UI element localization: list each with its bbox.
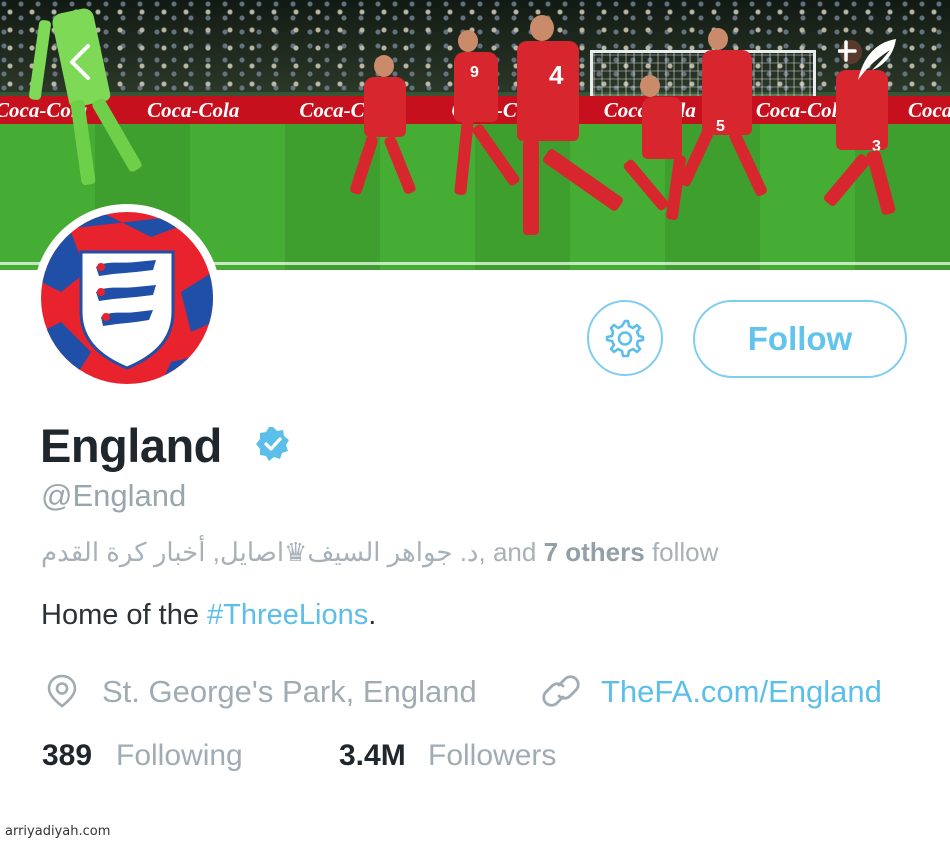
player-figure: 5 — [677, 28, 770, 198]
gear-icon — [605, 319, 645, 358]
compose-icon[interactable] — [838, 36, 900, 86]
bio-text: Home of the — [41, 599, 208, 631]
england-crest-logo — [41, 212, 213, 384]
bio-text-suffix: . — [368, 599, 377, 631]
jersey-number: 9 — [470, 64, 479, 81]
bio-hashtag-link[interactable]: #ThreeLions — [207, 599, 368, 631]
settings-button[interactable] — [587, 300, 663, 376]
following-label[interactable]: Following — [116, 739, 243, 773]
following-count[interactable]: 389 — [42, 739, 92, 773]
chevron-left-icon[interactable] — [62, 42, 102, 82]
jersey-number: 4 — [549, 60, 564, 90]
profile-bio: Home of the #ThreeLions. — [41, 599, 376, 632]
profile-location: St. George's Park, England — [102, 674, 477, 709]
verified-badge-icon — [256, 427, 289, 461]
ad-board-text: Coca-Cola — [147, 97, 240, 122]
follow-button[interactable]: Follow — [693, 300, 907, 378]
location-pin-icon — [47, 674, 77, 708]
profile-website-link[interactable]: TheFA.com/England — [601, 674, 882, 710]
player-figure: 4 — [505, 15, 625, 240]
player-figure — [349, 55, 420, 200]
followers-count[interactable]: 3.4M — [339, 739, 406, 773]
followed-by-others[interactable]: 7 others — [544, 537, 645, 567]
goalkeeper-figure — [28, 0, 150, 195]
profile-avatar[interactable] — [33, 204, 221, 392]
link-icon — [542, 675, 580, 707]
watermark-text: arriyadiyah.com — [5, 824, 111, 839]
profile-name: England — [40, 419, 222, 472]
followed-by-names[interactable]: د. جواهر السيف♛اصايل, أخبار كرة القدم — [41, 537, 479, 567]
followed-by-suffix: follow — [644, 537, 719, 567]
jersey-number: 5 — [716, 118, 725, 135]
followed-by-connector: , and — [478, 537, 544, 567]
followers-you-know[interactable]: د. جواهر السيف♛اصايل, أخبار كرة القدم, a… — [41, 537, 718, 568]
followers-label[interactable]: Followers — [428, 739, 556, 773]
profile-handle: @England — [41, 478, 187, 513]
